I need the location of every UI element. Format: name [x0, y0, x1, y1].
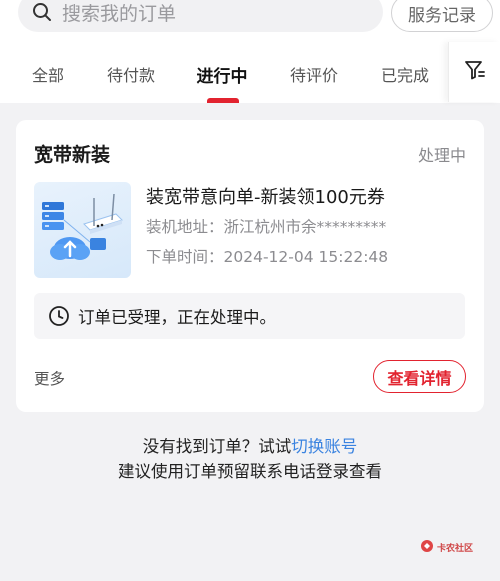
- order-time-value: 2024-12-04 15:22:48: [223, 248, 389, 266]
- tab-all[interactable]: 全部: [32, 62, 64, 86]
- install-address-value: 浙江杭州市余*********: [223, 218, 387, 236]
- filter-button[interactable]: [448, 42, 500, 102]
- search-icon: [32, 1, 54, 23]
- product-image: [34, 182, 131, 278]
- search-placeholder: 搜索我的订单: [62, 2, 177, 25]
- order-category: 宽带新装: [34, 144, 111, 166]
- order-progress-notice: 订单已受理，正在处理中。: [34, 293, 465, 339]
- product-name: 装宽带意向单-新装领100元券: [146, 187, 385, 208]
- order-tabs: 全部 待付款 进行中 待评价 已完成: [0, 50, 448, 103]
- tab-pending-payment[interactable]: 待付款: [107, 62, 155, 86]
- tab-pending-review[interactable]: 待评价: [290, 62, 338, 86]
- watermark: 卡农社区: [420, 538, 473, 557]
- watermark-logo-icon: [420, 538, 434, 557]
- more-button[interactable]: 更多: [34, 367, 65, 389]
- tab-in-progress[interactable]: 进行中: [197, 62, 248, 87]
- switch-account-link[interactable]: 切换账号: [291, 437, 357, 456]
- footer-hint-text: 没有找到订单？试试: [142, 437, 292, 456]
- clock-icon: [48, 305, 70, 327]
- install-address: 装机地址：浙江杭州市余*********: [146, 215, 386, 237]
- order-status: 处理中: [417, 146, 466, 165]
- order-time: 下单时间：2024-12-04 15:22:48: [146, 245, 388, 267]
- watermark-text: 卡农社区: [437, 544, 474, 554]
- footer-suggestion: 建议使用订单预留联系电话登录查看: [118, 462, 382, 481]
- tab-completed[interactable]: 已完成: [381, 62, 429, 86]
- search-input[interactable]: 搜索我的订单: [18, 0, 383, 32]
- order-card[interactable]: 宽带新装 处理中 装宽带意向单-新装领100元券 装机地址：浙江杭州市余****…: [16, 120, 484, 412]
- service-records-button[interactable]: 服务记录: [391, 0, 493, 32]
- notice-text: 订单已受理，正在处理中。: [78, 308, 276, 327]
- order-time-label: 下单时间：: [146, 248, 224, 266]
- install-address-label: 装机地址：: [146, 218, 224, 236]
- view-details-button[interactable]: 查看详情: [373, 360, 466, 393]
- footer-hint: 没有找到订单？试试切换账号: [0, 433, 500, 457]
- filter-icon: [463, 58, 487, 86]
- top-bar: 搜索我的订单 服务记录 全部 待付款 进行中 待评价 已完成: [0, 0, 500, 103]
- active-tab-indicator: [207, 98, 239, 103]
